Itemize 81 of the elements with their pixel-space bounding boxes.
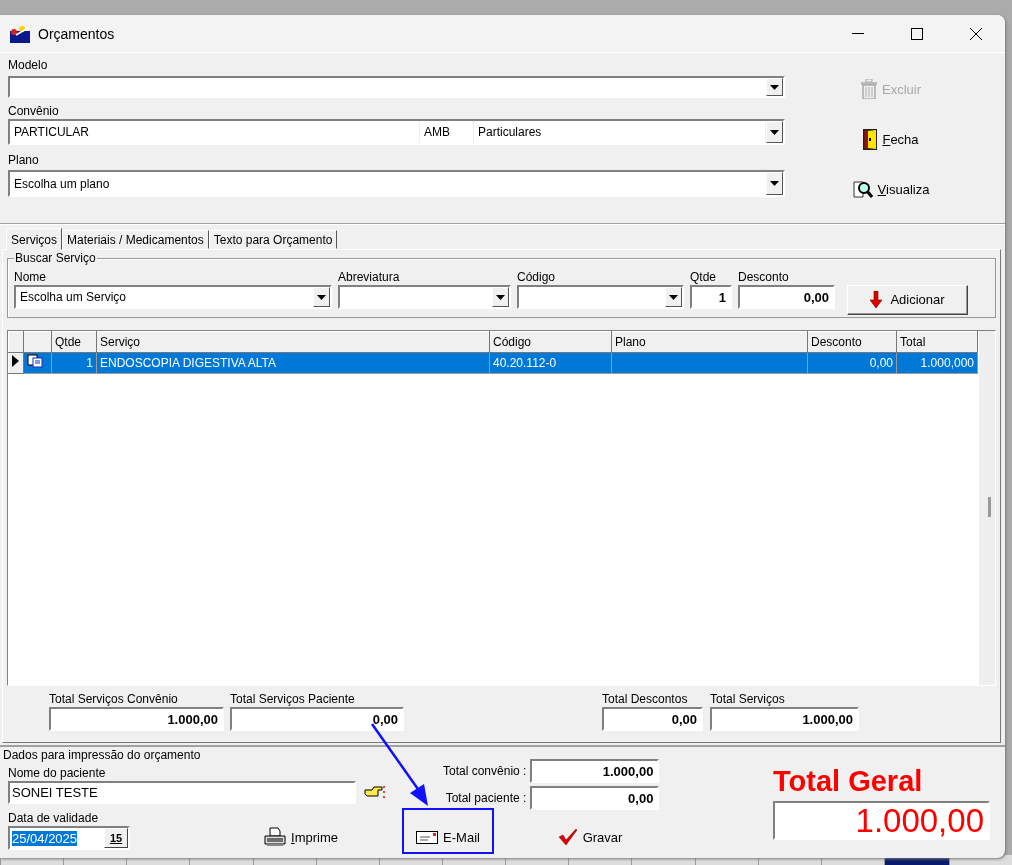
column-header[interactable]: Serviço (96, 331, 490, 353)
field-label: Data de validade (8, 810, 100, 826)
section-title: Dados para impressão do orçamento (3, 747, 202, 763)
total-label: Total Serviços (710, 691, 786, 708)
caret-icon (317, 294, 326, 300)
dropdown-button[interactable] (313, 287, 330, 307)
checkmark-icon (557, 828, 578, 846)
dropdown-button[interactable] (665, 287, 682, 307)
add-button[interactable]: Adicionar (847, 284, 968, 315)
trash-icon (861, 79, 877, 99)
grand-total-label: Total Geral (773, 765, 924, 799)
dropdown-field[interactable] (517, 285, 684, 309)
app-icon (10, 24, 30, 43)
magnifier-icon (852, 179, 873, 199)
combo-cell: AMB (420, 121, 474, 143)
printer-icon (264, 827, 286, 847)
field-label: Plano (8, 152, 40, 168)
number-field[interactable]: 0,00 (738, 285, 835, 309)
pointing-hand-icon (364, 784, 386, 801)
minimize-icon (851, 32, 864, 35)
field-label: Nome (14, 269, 47, 285)
field-label: Desconto (738, 269, 790, 285)
column-header[interactable]: Código (489, 331, 612, 353)
tab[interactable]: Texto para Orçamento (208, 230, 338, 249)
down-arrow-icon (870, 291, 883, 309)
dropdown-field[interactable] (338, 285, 511, 309)
caret-icon (770, 129, 779, 135)
total-field: 0,00 (230, 707, 404, 732)
tab[interactable]: Materiais / Medicamentos (62, 230, 209, 249)
mail-button[interactable]: E-Mail (414, 825, 482, 849)
total-label: Total Serviços Convênio (49, 691, 179, 708)
total-field: 0,00 (602, 707, 703, 732)
summary-field: 1.000,00 (530, 759, 660, 783)
grand-total-field: 1.000,00 (773, 801, 990, 840)
summary-label: Total paciente : (445, 791, 527, 805)
field-label: Convênio (8, 103, 60, 119)
total-field: 1.000,00 (49, 707, 224, 732)
patient-field[interactable]: SONEI TESTE (8, 781, 356, 804)
number-field[interactable]: 1 (690, 285, 732, 309)
total-label: Total Serviços Paciente (230, 691, 356, 708)
preview-button[interactable]: Visualiza (850, 175, 932, 203)
modelo-dropdown[interactable] (8, 76, 785, 98)
dropdown-field[interactable]: Escolha um Serviço (14, 285, 332, 309)
total-label: Total Descontos (602, 691, 689, 708)
dropdown-button[interactable] (766, 78, 783, 96)
convenio-dropdown[interactable]: PARTICULAR AMB Particulares (8, 119, 785, 145)
field-label: Nome do paciente (8, 765, 107, 781)
plano-dropdown[interactable]: Escolha um plano (8, 170, 785, 197)
summary-label: Total convênio : (443, 764, 527, 778)
close-icon (969, 27, 982, 40)
field-label: Qtde (690, 269, 717, 285)
scroll-thumb[interactable] (988, 496, 991, 517)
dropdown-button[interactable] (766, 121, 783, 143)
dropdown-button[interactable] (492, 287, 509, 307)
window-title: Orçamentos (38, 25, 115, 42)
maximize-icon (910, 27, 923, 40)
caret-icon (770, 181, 779, 186)
field-label: Modelo (8, 57, 49, 73)
caret-icon (496, 294, 505, 300)
column-header[interactable]: Plano (611, 331, 808, 353)
door-icon (863, 128, 878, 150)
combo-cell: PARTICULAR (10, 121, 420, 143)
caret-icon (669, 294, 678, 300)
calendar-button[interactable]: 15 (104, 828, 128, 848)
dropdown-button[interactable] (766, 172, 783, 195)
envelope-icon (416, 830, 439, 844)
total-field: 1.000,00 (710, 707, 859, 732)
caret-icon (770, 84, 779, 90)
field-label: Abreviatura (338, 269, 401, 285)
group-title: Buscar Serviço (14, 251, 97, 265)
column-header[interactable]: Total (896, 331, 978, 353)
door-button[interactable]: Fecha (861, 125, 921, 153)
column-header[interactable]: Qtde (51, 331, 97, 353)
field-label: Código (517, 269, 557, 285)
save-button[interactable]: Gravar (555, 825, 625, 849)
print-button[interactable]: Imprime (262, 825, 340, 849)
date-field[interactable]: 25/04/2025 15 (8, 826, 130, 850)
summary-field: 0,00 (530, 786, 660, 810)
tab[interactable]: Serviços (6, 228, 62, 250)
table-cell: ENDOSCOPIA DIGESTIVA ALTA (96, 352, 490, 374)
column-header[interactable]: Desconto (807, 331, 897, 353)
